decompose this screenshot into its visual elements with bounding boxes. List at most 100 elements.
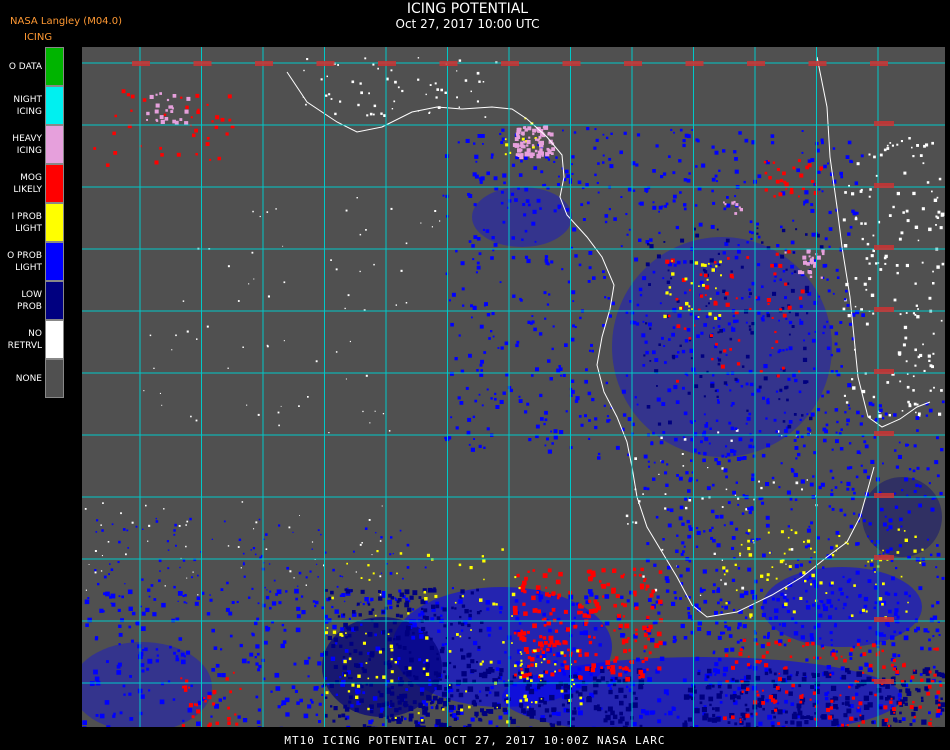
icing-pixel bbox=[154, 109, 159, 114]
icing-pixel bbox=[190, 116, 193, 119]
icing-pixel bbox=[514, 673, 517, 677]
icing-pixel bbox=[689, 289, 691, 292]
icing-pixel bbox=[701, 497, 704, 500]
icing-pixel bbox=[928, 482, 931, 485]
icing-pixel bbox=[551, 442, 554, 445]
icing-pixel bbox=[423, 608, 428, 613]
icing-pixel bbox=[468, 705, 471, 709]
icing-pixel bbox=[791, 617, 794, 621]
icing-pixel bbox=[725, 354, 728, 356]
icing-pixel bbox=[905, 360, 908, 363]
icing-pixel bbox=[498, 672, 503, 677]
icing-pixel bbox=[827, 538, 830, 541]
icing-pixel bbox=[580, 423, 584, 427]
icing-pixel bbox=[748, 288, 751, 292]
icing-pixel bbox=[514, 576, 517, 579]
icing-pixel bbox=[826, 278, 829, 281]
icing-pixel bbox=[801, 414, 804, 417]
icing-pixel bbox=[909, 679, 913, 683]
icing-pixel bbox=[479, 324, 484, 329]
footer-caption: MT10 ICING POTENTIAL OCT 27, 2017 10:00Z… bbox=[284, 734, 666, 747]
icing-pixel bbox=[787, 536, 790, 539]
icing-pixel bbox=[502, 707, 507, 712]
icing-pixel bbox=[378, 713, 384, 719]
icing-pixel bbox=[696, 334, 700, 338]
icing-pixel bbox=[170, 110, 174, 113]
icing-pixel bbox=[614, 695, 619, 699]
icing-pixel bbox=[387, 599, 393, 605]
icing-pixel bbox=[896, 191, 900, 196]
icing-pixel bbox=[694, 261, 699, 265]
icing-pixel bbox=[231, 601, 235, 604]
icing-pixel bbox=[172, 698, 176, 701]
icing-pixel bbox=[434, 679, 439, 685]
icing-pixel bbox=[501, 548, 504, 551]
icing-pixel bbox=[209, 598, 213, 602]
icing-pixel bbox=[453, 665, 456, 669]
icing-pixel bbox=[699, 294, 704, 298]
icing-pixel bbox=[811, 641, 815, 646]
icing-pixel bbox=[456, 96, 458, 99]
icing-pixel bbox=[298, 571, 302, 575]
icing-pixel bbox=[745, 708, 750, 712]
icing-pixel bbox=[798, 195, 800, 198]
icing-pixel bbox=[869, 663, 873, 668]
icing-pixel bbox=[782, 622, 787, 627]
icing-pixel bbox=[389, 605, 393, 610]
icing-pixel bbox=[119, 711, 123, 715]
icing-pixel bbox=[705, 315, 709, 319]
icing-pixel bbox=[859, 646, 862, 649]
icing-pixel bbox=[377, 690, 381, 694]
icing-map[interactable] bbox=[82, 47, 945, 727]
icing-pixel bbox=[931, 604, 935, 608]
icing-pixel bbox=[623, 633, 626, 636]
icing-pixel bbox=[430, 706, 434, 709]
icing-pixel bbox=[527, 570, 530, 573]
icing-pixel bbox=[160, 153, 164, 157]
icing-pixel bbox=[359, 270, 361, 273]
icing-pixel bbox=[663, 345, 666, 347]
icing-pixel bbox=[723, 349, 727, 353]
icing-pixel bbox=[242, 552, 245, 555]
icing-pixel bbox=[671, 601, 676, 606]
icing-pixel bbox=[504, 138, 507, 141]
icing-pixel bbox=[634, 602, 639, 607]
icing-pixel bbox=[724, 648, 729, 653]
icing-pixel bbox=[517, 153, 522, 157]
icing-pixel bbox=[790, 187, 794, 192]
legend-swatch bbox=[45, 203, 64, 242]
icing-pixel bbox=[582, 218, 586, 221]
icing-pixel bbox=[684, 339, 689, 343]
icing-pixel bbox=[828, 245, 831, 248]
icing-pixel bbox=[735, 203, 739, 207]
icing-pixel bbox=[804, 199, 809, 204]
icing-pixel bbox=[928, 711, 931, 715]
icing-pixel bbox=[892, 205, 895, 209]
icing-pixel bbox=[746, 256, 750, 259]
icing-pixel bbox=[175, 657, 180, 662]
icing-pixel bbox=[899, 703, 902, 705]
legend-item-night-icing: NIGHT ICING bbox=[0, 86, 66, 125]
icing-pixel bbox=[834, 656, 838, 660]
icing-pixel bbox=[215, 663, 220, 668]
icing-pixel bbox=[747, 529, 751, 532]
icing-pixel bbox=[730, 647, 735, 652]
icing-pixel bbox=[423, 590, 427, 594]
icing-pixel bbox=[281, 623, 285, 627]
icing-pixel bbox=[721, 559, 723, 561]
icing-pixel bbox=[879, 632, 884, 637]
icing-pixel bbox=[909, 705, 914, 709]
icing-pixel bbox=[735, 589, 738, 592]
icing-pixel bbox=[834, 408, 839, 412]
icing-pixel bbox=[702, 283, 705, 287]
icing-pixel bbox=[852, 512, 856, 515]
icing-pixel bbox=[84, 508, 87, 510]
icing-pixel bbox=[571, 602, 575, 606]
icing-pixel bbox=[658, 618, 663, 623]
icing-pixel bbox=[820, 600, 824, 604]
icing-pixel bbox=[874, 543, 877, 546]
icing-pixel bbox=[602, 161, 605, 164]
icing-pixel bbox=[377, 703, 382, 708]
icing-pixel bbox=[694, 725, 699, 727]
icing-pixel bbox=[437, 629, 441, 633]
